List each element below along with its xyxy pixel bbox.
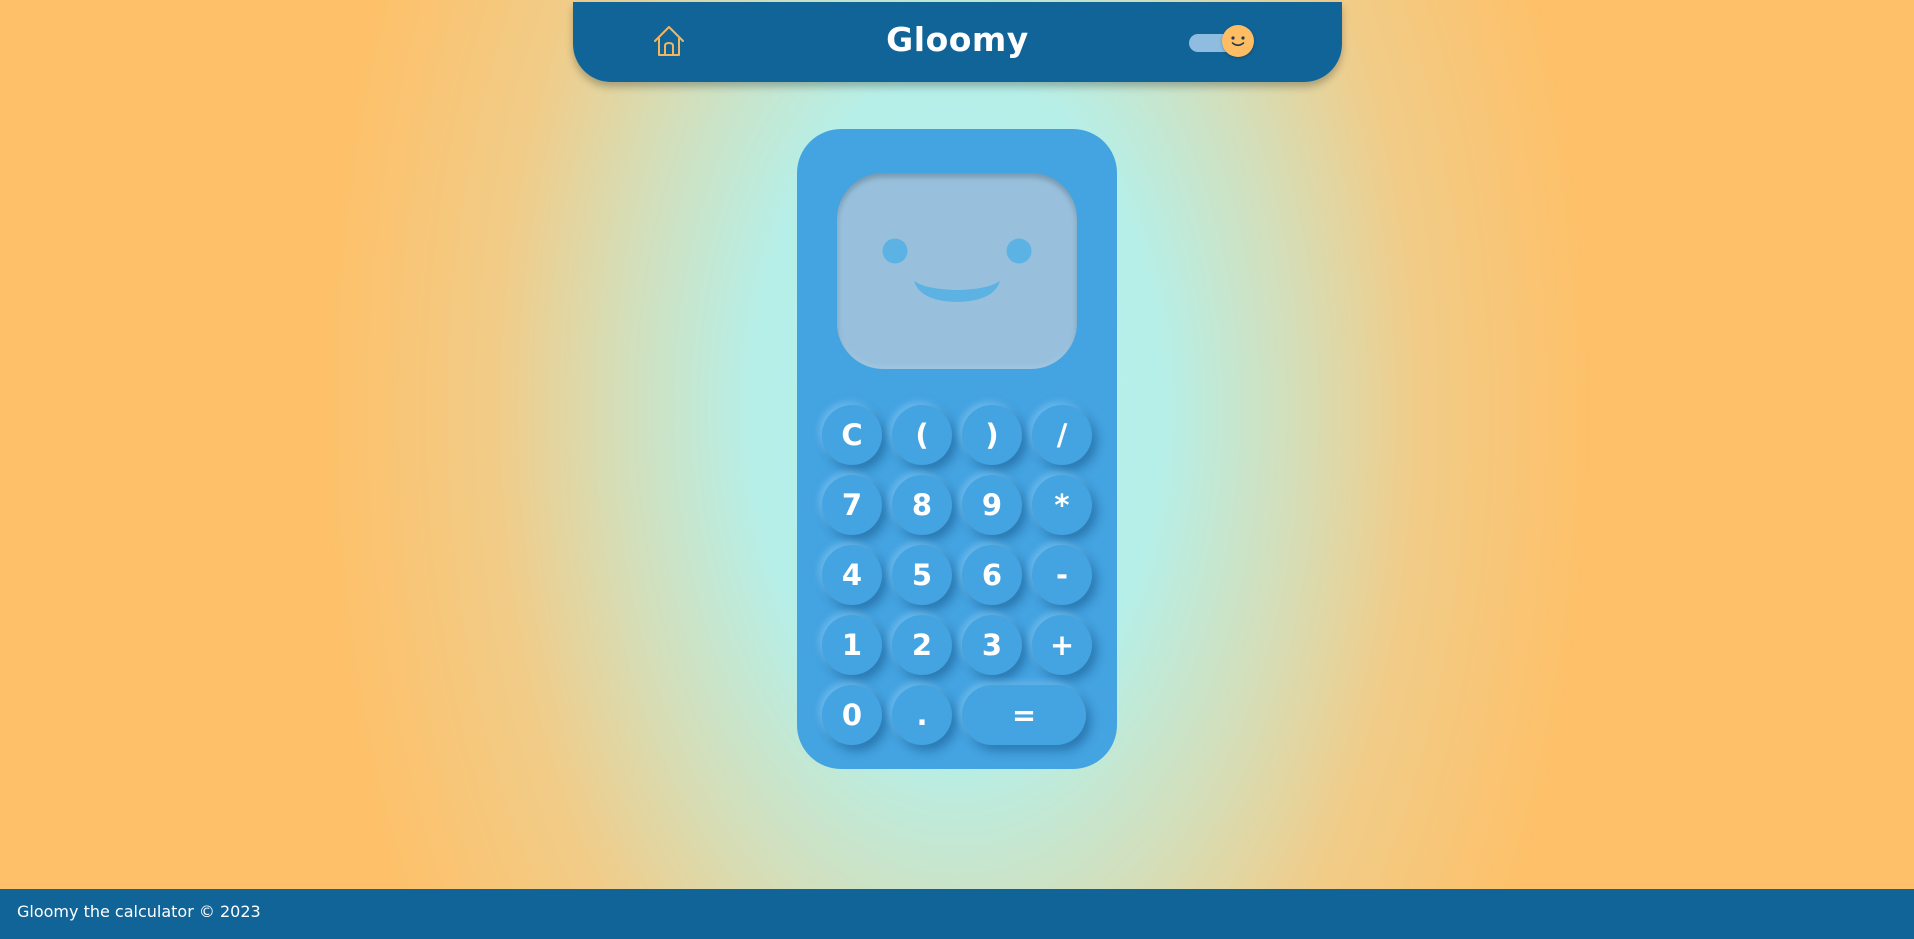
open-paren-button[interactable]: ( (892, 405, 952, 465)
toggle-knob (1222, 25, 1254, 57)
clear-button[interactable]: C (822, 405, 882, 465)
top-header: Gloomy (573, 2, 1342, 82)
digit-2-button[interactable]: 2 (892, 615, 952, 675)
theme-toggle[interactable] (1189, 25, 1255, 59)
digit-7-button[interactable]: 7 (822, 475, 882, 535)
digit-3-button[interactable]: 3 (962, 615, 1022, 675)
calculator-display (837, 173, 1077, 369)
digit-1-button[interactable]: 1 (822, 615, 882, 675)
smiley-sun-icon (1231, 36, 1245, 47)
calculator: C ( ) / 7 8 9 * 4 5 6 - 1 2 3 + 0 . = (797, 129, 1117, 769)
close-paren-button[interactable]: ) (962, 405, 1022, 465)
digit-4-button[interactable]: 4 (822, 545, 882, 605)
page-footer: Gloomy the calculator © 2023 (0, 889, 1914, 939)
equals-button[interactable]: = (962, 685, 1086, 745)
subtract-button[interactable]: - (1032, 545, 1092, 605)
footer-copyright: Gloomy the calculator © 2023 (17, 902, 261, 921)
smiley-face-icon (882, 238, 1032, 302)
add-button[interactable]: + (1032, 615, 1092, 675)
divide-button[interactable]: / (1032, 405, 1092, 465)
multiply-button[interactable]: * (1032, 475, 1092, 535)
decimal-button[interactable]: . (892, 685, 952, 745)
digit-9-button[interactable]: 9 (962, 475, 1022, 535)
digit-6-button[interactable]: 6 (962, 545, 1022, 605)
digit-5-button[interactable]: 5 (892, 545, 952, 605)
digit-0-button[interactable]: 0 (822, 685, 882, 745)
digit-8-button[interactable]: 8 (892, 475, 952, 535)
